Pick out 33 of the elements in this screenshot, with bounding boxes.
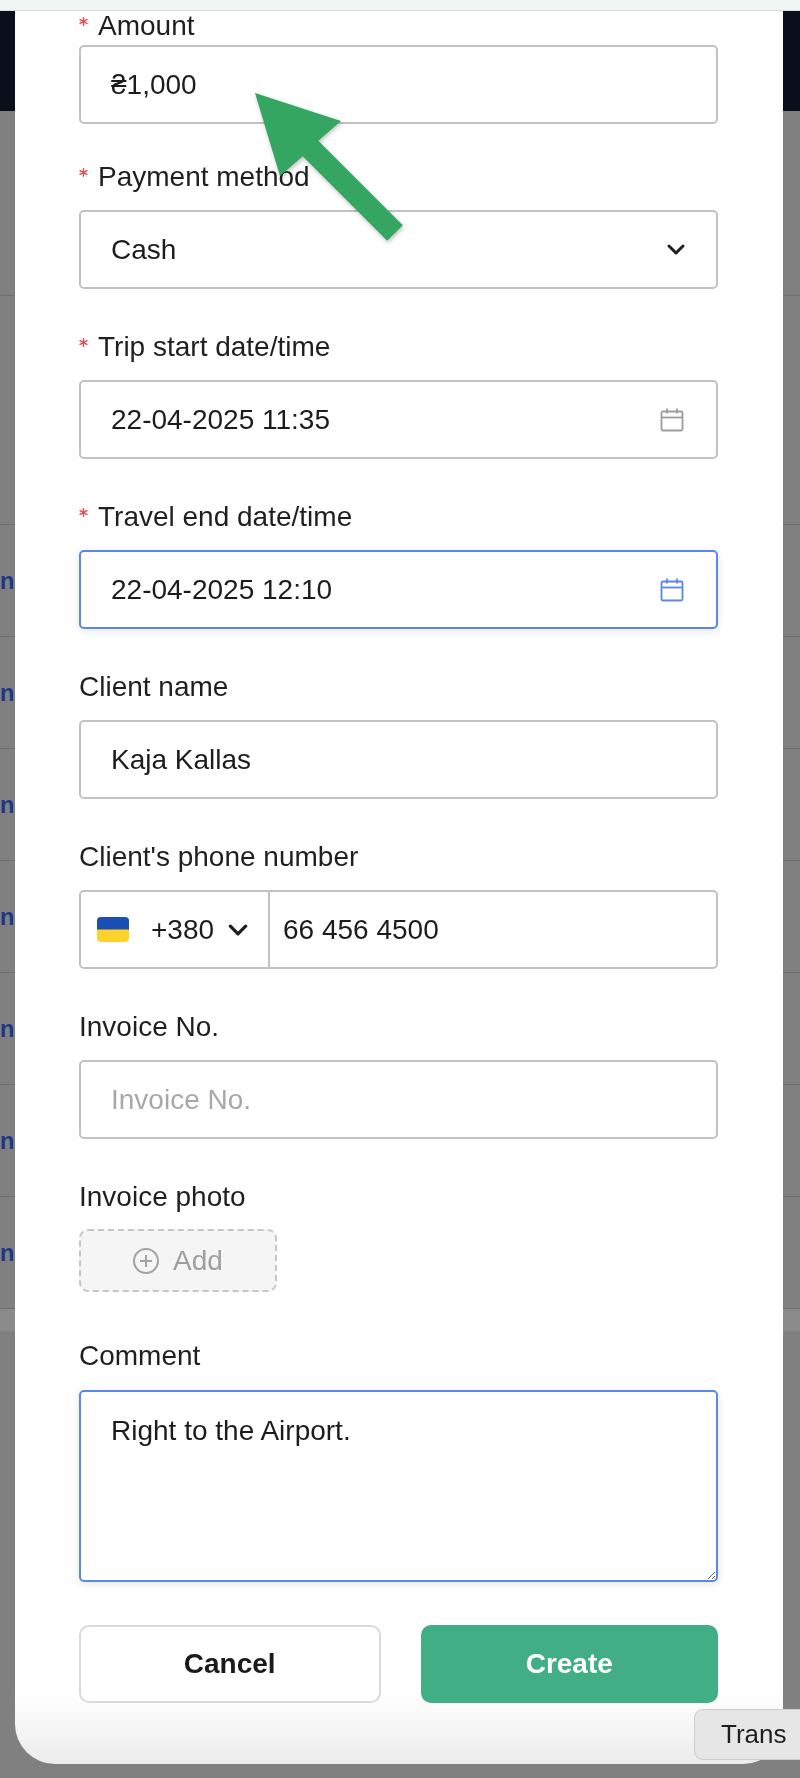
field-label: Payment method: [98, 161, 310, 193]
row-text: n: [0, 792, 15, 817]
field-label: Invoice photo: [79, 1181, 246, 1213]
field-label: Client name: [79, 671, 229, 703]
row-text: n: [0, 680, 15, 705]
field-label: Trip start date/time: [98, 331, 331, 363]
row-text: n: [0, 568, 15, 593]
field-label: Comment: [79, 1340, 201, 1372]
cancel-button[interactable]: Cancel: [79, 1625, 381, 1703]
dropdown-field[interactable]: Cash: [79, 210, 718, 289]
tooltip: Trans: [694, 1709, 800, 1760]
calendar-icon: [660, 407, 684, 432]
flag-icon: [97, 917, 129, 942]
row-text: n: [0, 1240, 15, 1265]
input-field[interactable]: ₴1,000: [79, 45, 718, 124]
field-label: Client's phone number: [79, 841, 359, 873]
country-code-dropdown[interactable]: +380: [79, 890, 270, 969]
input-field[interactable]: Kaja Kallas: [79, 720, 718, 799]
date-time-field[interactable]: 22-04-2025 12:10: [79, 550, 718, 629]
calendar-icon: [660, 577, 684, 602]
row-text: n: [0, 1128, 15, 1153]
field-label: Amount: [98, 10, 195, 42]
phone-number-field[interactable]: 66 456 4500: [270, 890, 718, 969]
comment-field[interactable]: Right to the Airport.: [79, 1390, 718, 1582]
field-label: Invoice No.: [79, 1011, 220, 1043]
chevron-down-icon: [228, 923, 249, 936]
chevron-down-icon: [667, 244, 685, 255]
row-text: n: [0, 904, 15, 929]
plus-circle-icon: [133, 1247, 160, 1274]
input-field[interactable]: Invoice No.: [79, 1060, 718, 1139]
row-text: n: [0, 1016, 15, 1041]
field-label: Travel end date/time: [98, 501, 353, 533]
date-time-field[interactable]: 22-04-2025 11:35: [79, 380, 718, 459]
